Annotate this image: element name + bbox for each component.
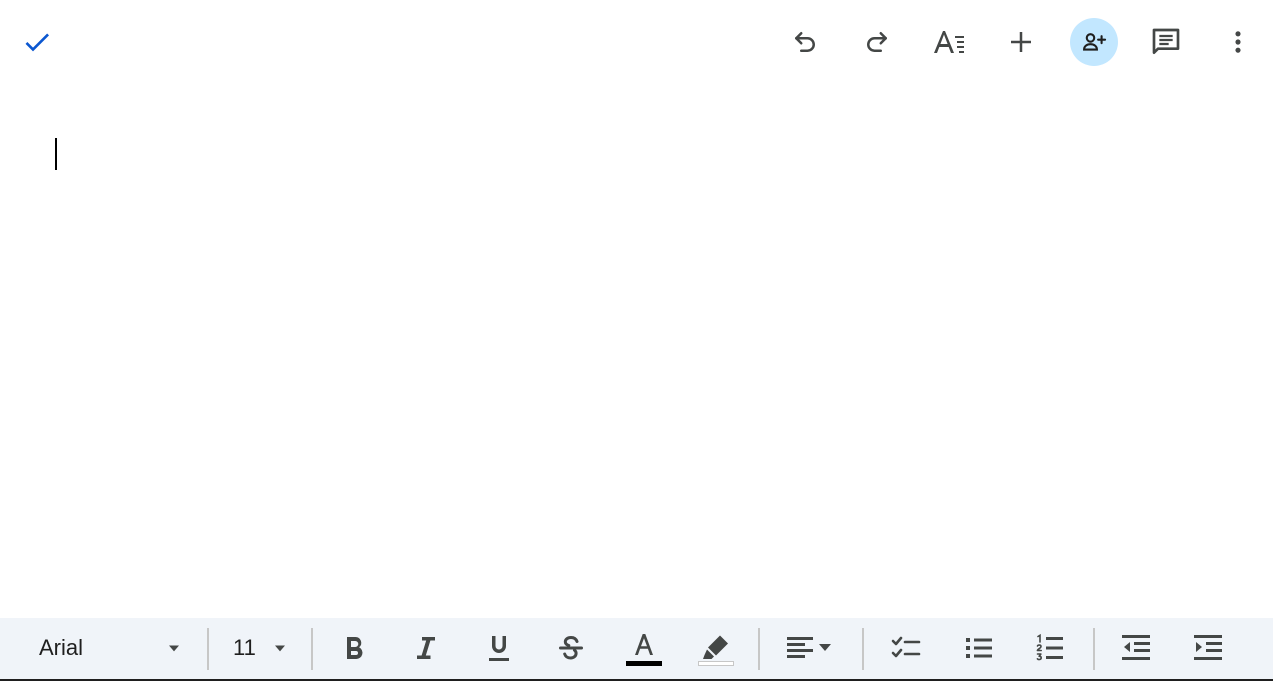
share-button[interactable] bbox=[1070, 18, 1118, 66]
font-family-select[interactable]: Arial bbox=[24, 624, 192, 672]
format-align-left-icon bbox=[787, 637, 831, 658]
text-cursor bbox=[55, 138, 57, 170]
toolbar-divider bbox=[862, 628, 864, 670]
underline-button[interactable] bbox=[473, 624, 525, 672]
format-indent-decrease-icon bbox=[1122, 635, 1150, 660]
formatting-toolbar: Arial 11 bbox=[0, 618, 1273, 681]
numbered-list-button[interactable] bbox=[1024, 624, 1076, 672]
bulleted-list-icon bbox=[966, 638, 992, 658]
bold-button[interactable] bbox=[328, 624, 380, 672]
redo-button[interactable] bbox=[853, 18, 901, 66]
font-size-value: 11 bbox=[233, 635, 256, 660]
bulleted-list-button[interactable] bbox=[953, 624, 1005, 672]
font-size-select[interactable]: 11 bbox=[220, 624, 302, 672]
format-bold-icon bbox=[347, 637, 363, 660]
toolbar-divider bbox=[207, 628, 209, 670]
format-indent-increase-icon bbox=[1194, 635, 1222, 660]
comment-icon bbox=[1152, 28, 1180, 54]
docs-mobile-editor: Arial 11 bbox=[0, 0, 1273, 681]
more-options-button[interactable] bbox=[1214, 18, 1262, 66]
format-underline-icon bbox=[489, 636, 509, 661]
toolbar-divider bbox=[1093, 628, 1095, 670]
done-button[interactable] bbox=[13, 18, 61, 66]
format-strikethrough-icon bbox=[559, 635, 583, 660]
text-color-button[interactable] bbox=[618, 624, 670, 672]
checklist-icon bbox=[891, 636, 921, 658]
text-format-icon bbox=[934, 31, 964, 53]
comment-button[interactable] bbox=[1142, 18, 1190, 66]
check-icon bbox=[25, 33, 49, 52]
insert-button[interactable] bbox=[997, 18, 1045, 66]
format-italic-icon bbox=[417, 637, 435, 659]
toolbar-divider bbox=[311, 628, 313, 670]
top-toolbar bbox=[0, 0, 1273, 86]
document-body[interactable] bbox=[0, 86, 1273, 618]
more-vert-icon bbox=[1235, 31, 1241, 53]
undo-button[interactable] bbox=[781, 18, 829, 66]
dropdown-arrow-icon bbox=[275, 645, 285, 652]
increase-indent-button[interactable] bbox=[1182, 624, 1234, 672]
decrease-indent-button[interactable] bbox=[1110, 624, 1162, 672]
align-button[interactable] bbox=[778, 624, 844, 672]
highlight-icon bbox=[698, 635, 734, 666]
dropdown-arrow-icon bbox=[169, 645, 179, 652]
redo-icon bbox=[867, 32, 887, 52]
toolbar-divider bbox=[758, 628, 760, 670]
undo-icon bbox=[795, 32, 815, 52]
strikethrough-button[interactable] bbox=[545, 624, 597, 672]
text-format-button[interactable] bbox=[925, 18, 973, 66]
italic-button[interactable] bbox=[400, 624, 452, 672]
font-family-value: Arial bbox=[39, 635, 84, 660]
highlight-color-button[interactable] bbox=[690, 624, 742, 672]
numbered-list-icon bbox=[1036, 633, 1063, 661]
person-add-icon bbox=[1083, 33, 1107, 51]
checklist-button[interactable] bbox=[880, 624, 932, 672]
add-icon bbox=[1011, 32, 1031, 52]
text-color-icon bbox=[626, 634, 662, 666]
